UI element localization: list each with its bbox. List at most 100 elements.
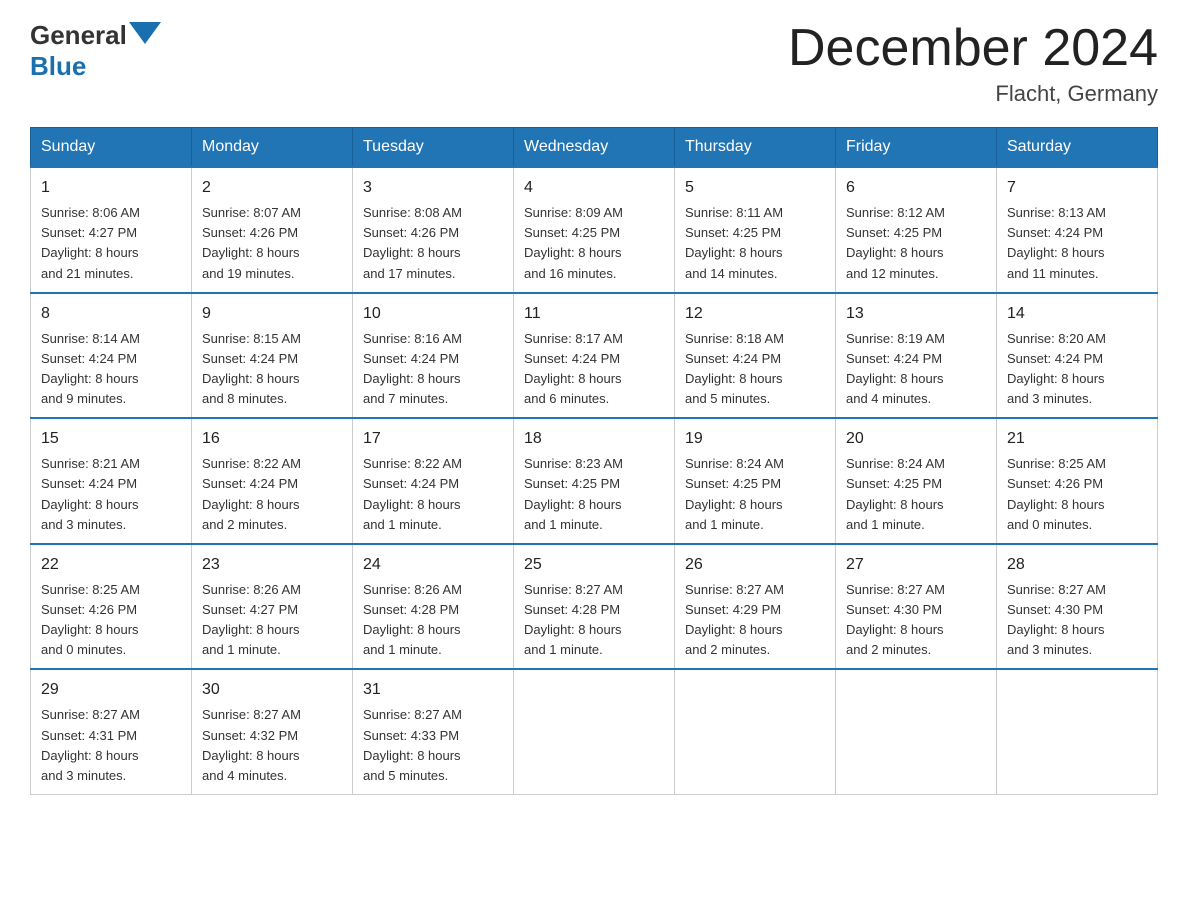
calendar-cell (514, 669, 675, 794)
day-info: Sunrise: 8:06 AMSunset: 4:27 PMDaylight:… (41, 203, 181, 284)
calendar-cell: 18 Sunrise: 8:23 AMSunset: 4:25 PMDayligh… (514, 418, 675, 544)
day-number: 31 (363, 678, 503, 702)
day-number: 21 (1007, 427, 1147, 451)
weekday-header-monday: Monday (192, 128, 353, 168)
day-info: Sunrise: 8:26 AMSunset: 4:28 PMDaylight:… (363, 580, 503, 661)
calendar-cell (836, 669, 997, 794)
calendar-cell: 6Sunrise: 8:12 AMSunset: 4:25 PMDaylight… (836, 167, 997, 293)
day-info: Sunrise: 8:14 AMSunset: 4:24 PMDaylight:… (41, 329, 181, 410)
calendar-cell: 7 Sunrise: 8:13 AMSunset: 4:24 PMDaylight… (997, 167, 1158, 293)
calendar-cell: 19 Sunrise: 8:24 AMSunset: 4:25 PMDayligh… (675, 418, 836, 544)
weekday-header-thursday: Thursday (675, 128, 836, 168)
day-info: Sunrise: 8:27 AMSunset: 4:30 PMDaylight:… (846, 580, 986, 661)
calendar-cell: 4 Sunrise: 8:09 AMSunset: 4:25 PMDaylight… (514, 167, 675, 293)
week-row-5: 29 Sunrise: 8:27 AMSunset: 4:31 PMDayligh… (31, 669, 1158, 794)
calendar-cell: 11 Sunrise: 8:17 AMSunset: 4:24 PMDayligh… (514, 293, 675, 419)
day-info: Sunrise: 8:27 AMSunset: 4:29 PMDaylight:… (685, 580, 825, 661)
calendar-cell: 16 Sunrise: 8:22 AMSunset: 4:24 PMDayligh… (192, 418, 353, 544)
calendar-cell: 3Sunrise: 8:08 AMSunset: 4:26 PMDaylight… (353, 167, 514, 293)
day-info: Sunrise: 8:27 AMSunset: 4:28 PMDaylight:… (524, 580, 664, 661)
day-info: Sunrise: 8:16 AMSunset: 4:24 PMDaylight:… (363, 329, 503, 410)
weekday-header-saturday: Saturday (997, 128, 1158, 168)
day-info: Sunrise: 8:27 AMSunset: 4:30 PMDaylight:… (1007, 580, 1147, 661)
calendar-cell (997, 669, 1158, 794)
calendar-cell: 24 Sunrise: 8:26 AMSunset: 4:28 PMDayligh… (353, 544, 514, 670)
calendar-table: SundayMondayTuesdayWednesdayThursdayFrid… (30, 127, 1158, 795)
day-number: 17 (363, 427, 503, 451)
day-number: 16 (202, 427, 342, 451)
calendar-cell: 28 Sunrise: 8:27 AMSunset: 4:30 PMDayligh… (997, 544, 1158, 670)
weekday-header-sunday: Sunday (31, 128, 192, 168)
day-info: Sunrise: 8:09 AMSunset: 4:25 PMDaylight:… (524, 203, 664, 284)
day-info: Sunrise: 8:27 AMSunset: 4:32 PMDaylight:… (202, 705, 342, 786)
logo: General Blue (30, 20, 161, 82)
day-info: Sunrise: 8:24 AMSunset: 4:25 PMDaylight:… (846, 454, 986, 535)
week-row-1: 1 Sunrise: 8:06 AMSunset: 4:27 PMDaylight… (31, 167, 1158, 293)
logo-blue-text: Blue (30, 51, 86, 81)
calendar-cell: 13Sunrise: 8:19 AMSunset: 4:24 PMDayligh… (836, 293, 997, 419)
day-number: 11 (524, 302, 664, 326)
day-info: Sunrise: 8:11 AMSunset: 4:25 PMDaylight:… (685, 203, 825, 284)
calendar-cell: 27 Sunrise: 8:27 AMSunset: 4:30 PMDayligh… (836, 544, 997, 670)
calendar-cell: 10 Sunrise: 8:16 AMSunset: 4:24 PMDayligh… (353, 293, 514, 419)
day-number: 1 (41, 176, 181, 200)
day-info: Sunrise: 8:23 AMSunset: 4:25 PMDaylight:… (524, 454, 664, 535)
day-number: 18 (524, 427, 664, 451)
calendar-cell (675, 669, 836, 794)
day-number: 19 (685, 427, 825, 451)
day-info: Sunrise: 8:13 AMSunset: 4:24 PMDaylight:… (1007, 203, 1147, 284)
day-info: Sunrise: 8:25 AMSunset: 4:26 PMDaylight:… (41, 580, 181, 661)
calendar-cell: 15Sunrise: 8:21 AMSunset: 4:24 PMDayligh… (31, 418, 192, 544)
day-number: 8 (41, 302, 181, 326)
day-info: Sunrise: 8:27 AMSunset: 4:33 PMDaylight:… (363, 705, 503, 786)
day-info: Sunrise: 8:17 AMSunset: 4:24 PMDaylight:… (524, 329, 664, 410)
day-number: 9 (202, 302, 342, 326)
day-info: Sunrise: 8:27 AMSunset: 4:31 PMDaylight:… (41, 705, 181, 786)
calendar-cell: 2Sunrise: 8:07 AMSunset: 4:26 PMDaylight… (192, 167, 353, 293)
day-number: 30 (202, 678, 342, 702)
month-title: December 2024 (788, 20, 1158, 77)
calendar-cell: 20Sunrise: 8:24 AMSunset: 4:25 PMDayligh… (836, 418, 997, 544)
calendar-cell: 5Sunrise: 8:11 AMSunset: 4:25 PMDaylight… (675, 167, 836, 293)
week-row-4: 22 Sunrise: 8:25 AMSunset: 4:26 PMDayligh… (31, 544, 1158, 670)
weekday-header-friday: Friday (836, 128, 997, 168)
day-number: 28 (1007, 553, 1147, 577)
day-number: 14 (1007, 302, 1147, 326)
day-info: Sunrise: 8:07 AMSunset: 4:26 PMDaylight:… (202, 203, 342, 284)
page-header: General Blue December 2024 Flacht, Germa… (30, 20, 1158, 107)
day-info: Sunrise: 8:12 AMSunset: 4:25 PMDaylight:… (846, 203, 986, 284)
weekday-header-tuesday: Tuesday (353, 128, 514, 168)
day-number: 12 (685, 302, 825, 326)
calendar-cell: 1 Sunrise: 8:06 AMSunset: 4:27 PMDaylight… (31, 167, 192, 293)
day-info: Sunrise: 8:22 AMSunset: 4:24 PMDaylight:… (363, 454, 503, 535)
logo-triangle-icon (129, 22, 161, 44)
day-number: 24 (363, 553, 503, 577)
calendar-cell: 9Sunrise: 8:15 AMSunset: 4:24 PMDaylight… (192, 293, 353, 419)
day-info: Sunrise: 8:26 AMSunset: 4:27 PMDaylight:… (202, 580, 342, 661)
week-row-2: 8 Sunrise: 8:14 AMSunset: 4:24 PMDaylight… (31, 293, 1158, 419)
day-number: 7 (1007, 176, 1147, 200)
calendar-cell: 31 Sunrise: 8:27 AMSunset: 4:33 PMDayligh… (353, 669, 514, 794)
day-info: Sunrise: 8:21 AMSunset: 4:24 PMDaylight:… (41, 454, 181, 535)
day-info: Sunrise: 8:20 AMSunset: 4:24 PMDaylight:… (1007, 329, 1147, 410)
day-info: Sunrise: 8:19 AMSunset: 4:24 PMDaylight:… (846, 329, 986, 410)
calendar-cell: 8 Sunrise: 8:14 AMSunset: 4:24 PMDaylight… (31, 293, 192, 419)
day-number: 4 (524, 176, 664, 200)
day-number: 29 (41, 678, 181, 702)
calendar-cell: 22 Sunrise: 8:25 AMSunset: 4:26 PMDayligh… (31, 544, 192, 670)
location-subtitle: Flacht, Germany (788, 81, 1158, 107)
calendar-cell: 25Sunrise: 8:27 AMSunset: 4:28 PMDayligh… (514, 544, 675, 670)
day-info: Sunrise: 8:18 AMSunset: 4:24 PMDaylight:… (685, 329, 825, 410)
weekday-header-row: SundayMondayTuesdayWednesdayThursdayFrid… (31, 128, 1158, 168)
day-number: 27 (846, 553, 986, 577)
day-number: 10 (363, 302, 503, 326)
day-number: 23 (202, 553, 342, 577)
calendar-cell: 12 Sunrise: 8:18 AMSunset: 4:24 PMDayligh… (675, 293, 836, 419)
day-number: 22 (41, 553, 181, 577)
calendar-cell: 23 Sunrise: 8:26 AMSunset: 4:27 PMDayligh… (192, 544, 353, 670)
day-info: Sunrise: 8:24 AMSunset: 4:25 PMDaylight:… (685, 454, 825, 535)
day-number: 26 (685, 553, 825, 577)
day-number: 3 (363, 176, 503, 200)
day-info: Sunrise: 8:22 AMSunset: 4:24 PMDaylight:… (202, 454, 342, 535)
week-row-3: 15Sunrise: 8:21 AMSunset: 4:24 PMDayligh… (31, 418, 1158, 544)
